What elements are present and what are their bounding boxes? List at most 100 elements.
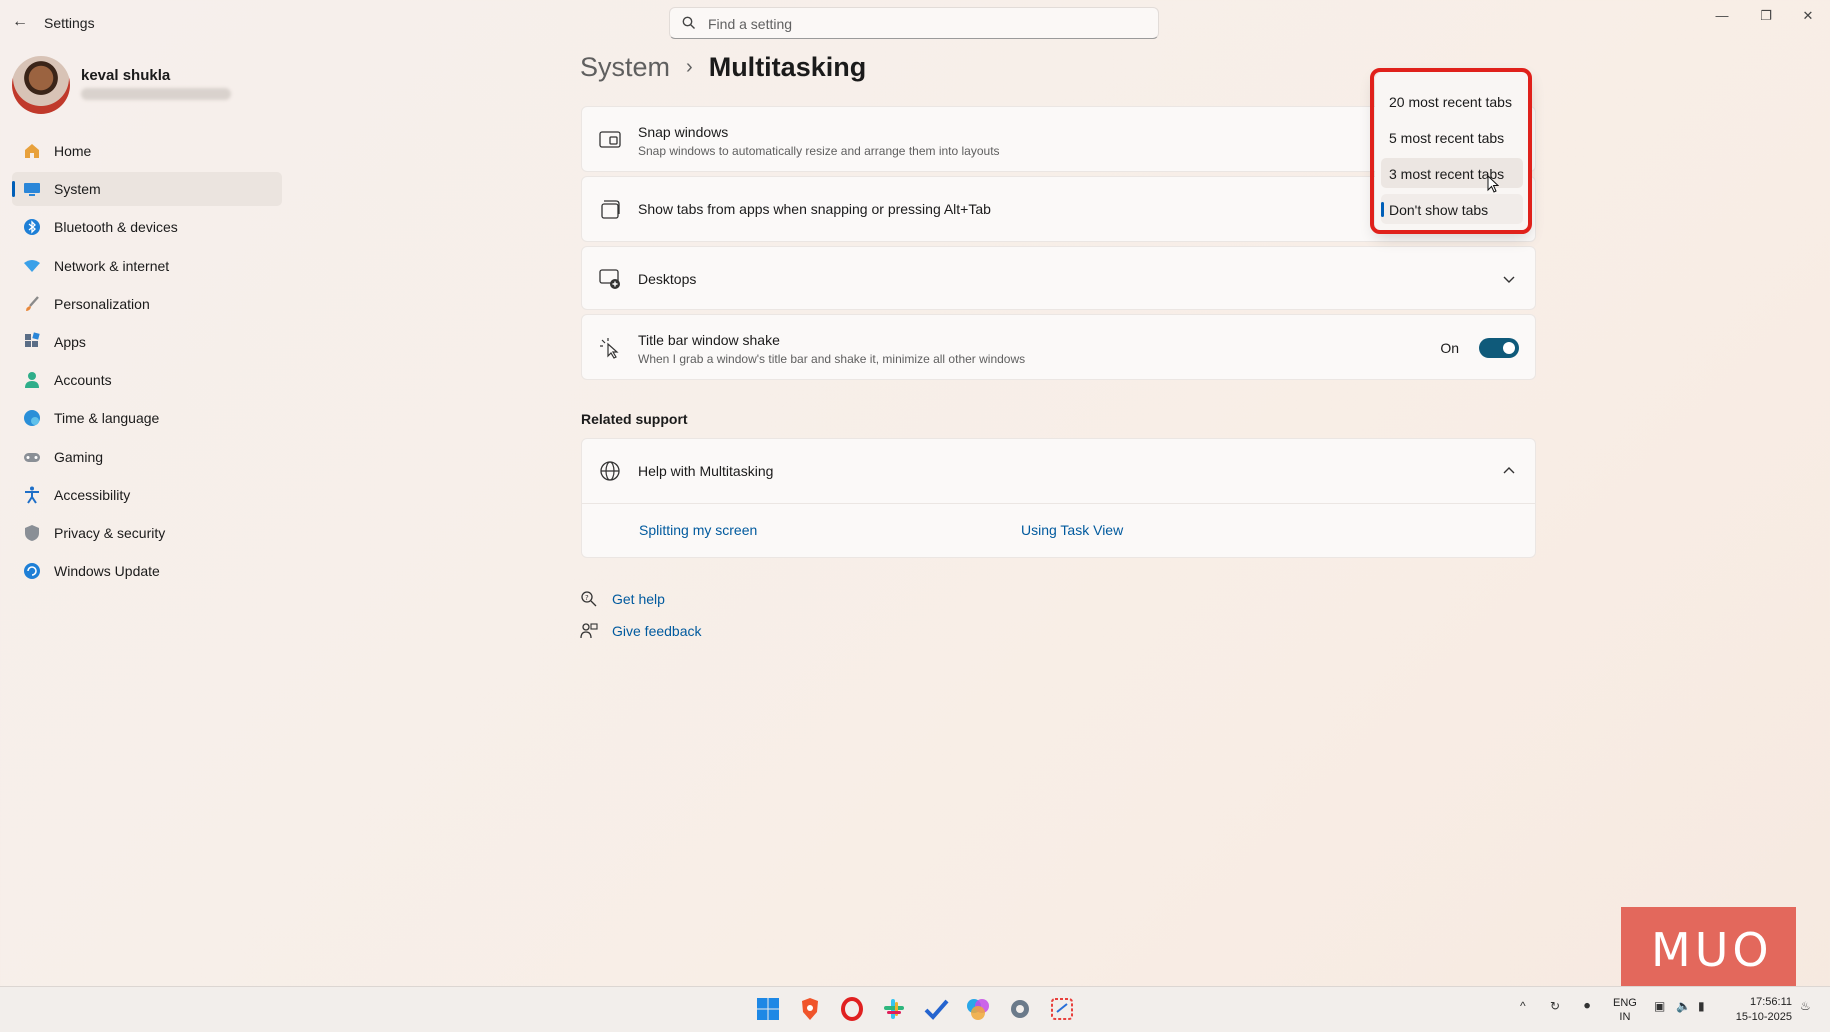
user-name: keval shukla bbox=[81, 67, 171, 84]
dropdown-option-3-tabs[interactable]: 3 most recent tabs bbox=[1381, 158, 1523, 188]
close-icon[interactable]: ✕ bbox=[1788, 4, 1828, 28]
sidebar-item-apps[interactable]: Apps bbox=[12, 325, 282, 359]
display-icon[interactable]: ▣ bbox=[1654, 999, 1665, 1013]
battery-icon[interactable]: ▮ bbox=[1698, 999, 1705, 1013]
home-icon bbox=[25, 144, 39, 158]
brave-browser-icon[interactable] bbox=[797, 996, 823, 1022]
show-tabs-title: Show tabs from apps when snapping or pre… bbox=[638, 201, 991, 217]
app-title: Settings bbox=[44, 15, 95, 31]
breadcrumb-parent[interactable]: System bbox=[580, 52, 670, 82]
sidebar-item-gaming[interactable]: Gaming bbox=[12, 440, 282, 474]
dropdown-option-5-tabs[interactable]: 5 most recent tabs bbox=[1381, 122, 1523, 152]
dropdown-option-dont-show[interactable]: Don't show tabs bbox=[1381, 194, 1523, 224]
bluetooth-icon bbox=[24, 219, 40, 236]
snap-windows-title: Snap windows bbox=[638, 124, 729, 140]
sidebar-item-label: Home bbox=[54, 143, 92, 159]
search-input[interactable] bbox=[706, 12, 1140, 36]
shield-icon bbox=[25, 524, 39, 541]
sidebar-item-privacy[interactable]: Privacy & security bbox=[12, 516, 282, 550]
breadcrumb-separator: › bbox=[686, 56, 693, 78]
feedback-icon bbox=[580, 623, 598, 639]
sync-icon[interactable]: ↻ bbox=[1550, 999, 1560, 1013]
chevron-down-icon[interactable] bbox=[1501, 271, 1517, 287]
link-using-task-view[interactable]: Using Task View bbox=[1021, 522, 1123, 538]
snap-windows-icon bbox=[599, 131, 621, 148]
globe-clock-icon bbox=[24, 410, 40, 427]
user-email-blurred bbox=[81, 88, 231, 100]
avatar bbox=[12, 56, 70, 114]
language-code: ENG bbox=[1613, 997, 1637, 1009]
sidebar-item-label: System bbox=[54, 181, 101, 198]
window-shake-toggle[interactable] bbox=[1479, 338, 1519, 358]
link-splitting-screen[interactable]: Splitting my screen bbox=[639, 522, 757, 538]
date-text: 15-10-2025 bbox=[1735, 1011, 1792, 1023]
sidebar-item-accounts[interactable]: Accounts bbox=[12, 363, 282, 397]
get-help-link[interactable]: Get help bbox=[612, 591, 665, 607]
page-title: Multitasking bbox=[708, 52, 867, 82]
notification-bell-icon[interactable]: ♨ bbox=[1800, 999, 1811, 1013]
dropdown-option-20-tabs[interactable]: 20 most recent tabs bbox=[1381, 86, 1523, 116]
help-multitasking-card: Help with Multitasking Splitting my scre… bbox=[581, 438, 1536, 558]
gamepad-icon bbox=[24, 452, 40, 462]
volume-icon[interactable]: 🔈 bbox=[1676, 999, 1691, 1013]
sidebar-item-home[interactable]: Home bbox=[12, 134, 282, 168]
restore-icon[interactable]: ❐ bbox=[1746, 4, 1786, 28]
desktops-card[interactable]: Desktops bbox=[581, 246, 1536, 310]
update-icon bbox=[24, 563, 40, 580]
desktops-title: Desktops bbox=[638, 271, 697, 287]
svg-text:?: ? bbox=[585, 594, 589, 602]
language-indicator[interactable]: ENG IN bbox=[1613, 996, 1637, 1024]
search-box[interactable] bbox=[669, 7, 1159, 39]
tabs-dropdown-menu: 20 most recent tabs 5 most recent tabs 3… bbox=[1375, 72, 1529, 232]
slack-icon[interactable] bbox=[881, 996, 907, 1022]
desktops-icon bbox=[599, 269, 620, 289]
dropdown-option-label: Don't show tabs bbox=[1389, 202, 1489, 218]
system-icon bbox=[24, 183, 40, 197]
dropdown-option-label: 20 most recent tabs bbox=[1389, 94, 1512, 110]
snap-windows-desc: Snap windows to automatically resize and… bbox=[638, 144, 1000, 158]
taskbar: ^ ↻ ⚫ ENG IN ▣ 🔈 ▮ 17:56:11 15-10-2025 ♨ bbox=[0, 986, 1830, 1032]
chevron-up-icon[interactable] bbox=[1501, 463, 1517, 479]
breadcrumb: System › Multitasking bbox=[580, 52, 866, 83]
sidebar-item-accessibility[interactable]: Accessibility bbox=[12, 478, 282, 512]
help-multitasking-header[interactable]: Help with Multitasking bbox=[582, 439, 1535, 504]
watermark-text: MUO bbox=[1651, 923, 1773, 977]
sidebar-item-bluetooth[interactable]: Bluetooth & devices bbox=[12, 210, 282, 244]
sidebar-item-label: Accessibility bbox=[54, 486, 131, 503]
sidebar-item-windows-update[interactable]: Windows Update bbox=[12, 554, 282, 588]
microphone-icon[interactable]: ⚫ bbox=[1582, 999, 1592, 1013]
sidebar-item-personalization[interactable]: Personalization bbox=[12, 287, 282, 321]
shake-cursor-icon bbox=[600, 338, 619, 359]
opera-browser-icon[interactable] bbox=[839, 996, 865, 1022]
get-help-icon: ? bbox=[581, 591, 597, 607]
minimize-icon[interactable]: — bbox=[1702, 4, 1742, 28]
sidebar-item-time-language[interactable]: Time & language bbox=[12, 401, 282, 435]
search-icon bbox=[682, 16, 695, 29]
apps-icon bbox=[25, 332, 40, 347]
settings-gear-icon[interactable] bbox=[1007, 996, 1033, 1022]
sidebar-item-label: Apps bbox=[54, 333, 86, 350]
snipping-tool-icon[interactable] bbox=[1049, 996, 1075, 1022]
todo-check-icon[interactable] bbox=[923, 996, 949, 1022]
windows-start-icon[interactable] bbox=[755, 996, 781, 1022]
help-multitasking-title: Help with Multitasking bbox=[638, 463, 774, 479]
sidebar-item-label: Network & internet bbox=[54, 257, 170, 274]
sidebar-item-network[interactable]: Network & internet bbox=[12, 249, 282, 283]
region-code: IN bbox=[1619, 1011, 1631, 1023]
tray-chevron-up-icon[interactable]: ^ bbox=[1520, 999, 1526, 1013]
tabs-icon bbox=[601, 200, 620, 219]
accessibility-icon bbox=[25, 486, 39, 504]
give-feedback-link[interactable]: Give feedback bbox=[612, 623, 702, 639]
network-icon bbox=[24, 259, 40, 272]
sidebar-item-label: Privacy & security bbox=[54, 524, 166, 541]
globe-icon bbox=[600, 461, 620, 481]
clock[interactable]: 17:56:11 15-10-2025 bbox=[1720, 995, 1792, 1025]
sidebar-item-label: Gaming bbox=[54, 448, 104, 465]
muo-watermark: MUO bbox=[1621, 907, 1796, 997]
copilot-icon[interactable] bbox=[965, 996, 991, 1022]
dropdown-option-label: 5 most recent tabs bbox=[1389, 130, 1505, 146]
sidebar-item-system[interactable]: System bbox=[12, 172, 282, 207]
back-arrow-icon[interactable]: ← bbox=[10, 12, 30, 32]
sidebar-item-label: Time & language bbox=[54, 410, 160, 427]
accounts-icon bbox=[25, 372, 39, 389]
